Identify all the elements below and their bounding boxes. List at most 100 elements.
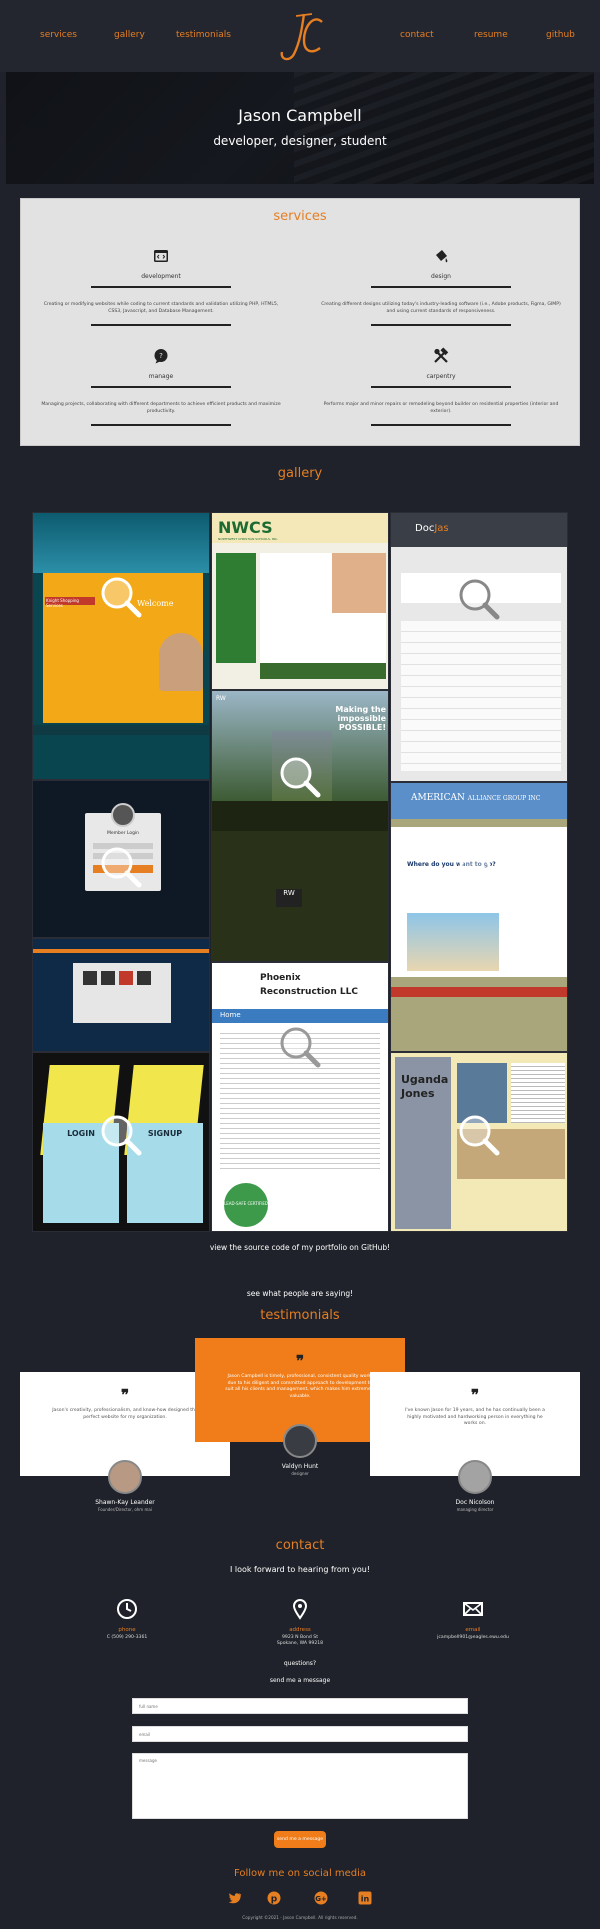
service-carpentry: carpentry Performs major and minor repai… [321,347,561,426]
gallery-tile-docjas[interactable]: DocJas [390,512,568,782]
browser-code-icon [154,250,168,262]
hero-banner: Jason Campbell developer, designer, stud… [6,72,594,184]
contact-address: address 9923 N Bond St Spokane, WA 99218 [245,1598,355,1647]
submit-button[interactable]: send me a message [274,1831,326,1848]
gallery-tile-admin-dashboard[interactable] [32,938,210,1052]
tile-brand-text: Phoenix [260,973,301,983]
pinterest-icon[interactable]: p [267,1891,281,1905]
contact-email: email jcampbell901@eagles.ewu.edu [418,1598,528,1641]
hammer-wrench-icon [434,347,449,363]
service-description: Managing projects, collaborating with di… [41,402,281,414]
magnifier-icon [459,851,500,892]
contact-label: phone [118,1627,136,1633]
gallery-tile-phoenix[interactable]: Phoenix Reconstruction LLC Home LEAD-SAF… [211,962,389,1232]
tile-brand-text: Doc [415,523,435,534]
divider [371,424,511,426]
gallery-tile-uganda-jones[interactable]: Uganda Jones [390,1052,568,1232]
lead-safe-badge: LEAD-SAFE CERTIFIED [224,1183,268,1227]
nav-gallery-link[interactable]: gallery [114,30,145,40]
clock-phone-icon [117,1599,137,1619]
divider [91,386,231,388]
message-textarea[interactable] [132,1753,468,1819]
social-heading: Follow me on social media [233,1868,367,1879]
service-name: design [431,273,451,280]
magnifier-icon [280,575,321,616]
divider [91,424,231,426]
hero-name: Jason Campbell [238,106,362,125]
map-pin-icon [292,1599,308,1620]
avatar [283,1424,317,1458]
hero-tagline: developer, designer, student [213,134,387,148]
linkedin-icon[interactable]: in [358,1891,372,1905]
svg-text:in: in [361,1895,370,1904]
gallery-tile-rw-construction[interactable]: RW Making the impossible POSSIBLE! RW [211,690,389,962]
avatar [108,1460,142,1494]
nav-resume-link[interactable]: resume [474,30,508,40]
nav-testimonials-link[interactable]: testimonials [176,30,231,40]
services-section: services development Creating or modifyi… [20,198,580,446]
paint-bucket-icon [436,250,448,263]
contact-value: Spokane, WA 99218 [276,1641,324,1646]
testimonial-role: managing director [456,1507,494,1512]
magnifier-icon [280,757,321,798]
gallery-tile-member-login[interactable]: Member Login [32,780,210,938]
services-title: services [273,209,327,224]
divider [371,286,511,288]
contact-phone: phone C (509) 290-3361 [72,1598,182,1641]
contact-value[interactable]: C (509) 290-3361 [72,1635,182,1641]
questions-heading: questions? [283,1660,317,1667]
nav-services-link[interactable]: services [40,30,77,40]
contact-title: contact [275,1538,325,1553]
tile-rw-logo: RW [276,889,302,907]
tile-brand-text: AMERICAN [411,793,465,803]
magnifier-icon [280,1027,321,1068]
email-input[interactable] [132,1726,468,1742]
service-name: development [141,273,181,280]
testimonial-role: Founder/Director, ohm mai [98,1507,152,1512]
tile-brand-subtitle: ALLIANCE GROUP INC [467,795,541,802]
tile-name-text: Uganda [401,1073,449,1086]
avatar [458,1460,492,1494]
divider [91,286,231,288]
service-manage: ? manage Managing projects, collaboratin… [41,347,281,426]
contact-label: email [465,1627,481,1633]
tile-rw-text: RW [216,695,226,702]
tile-login-text: Member Login [106,831,140,836]
testimonials-intro: see what people are saying! [246,1289,354,1298]
gallery-tile-knight-shopping[interactable]: Knight Shopping Services Welcome [32,512,210,780]
name-input[interactable] [132,1698,468,1714]
github-source-link[interactable]: view the source code of my portfolio on … [0,1243,600,1252]
nav-github-link[interactable]: github [546,30,575,40]
tile-slogan-text: Making the impossible POSSIBLE! [335,705,386,732]
tile-name-text: Jones [401,1087,435,1100]
page: { "nav": {"services":"services","gallery… [0,0,600,1929]
nav-contact-link[interactable]: contact [400,30,434,40]
gallery-tile-nwcs[interactable]: NWCS NORTHWEST CHRISTIAN SCHOOLS, INC. [211,512,389,690]
testimonial-text: I've known Jason for 19 years, and he ha… [405,1408,545,1426]
google-plus-icon[interactable]: G+ [314,1891,328,1905]
speech-bubble-icon: ? [154,349,168,364]
svg-text:p: p [271,1895,278,1905]
tile-home-bar: Home [212,1009,388,1023]
testimonial-role: designer [291,1471,309,1476]
gallery-tile-american-alliance[interactable]: AMERICAN ALLIANCE GROUP INC Where do you… [390,782,568,1052]
gallery-title: gallery [277,466,323,481]
service-description: Creating different designs utilizing tod… [321,302,561,314]
tile-brand-text: NWCS [218,518,273,537]
testimonial-name: Valdyn Hunt [281,1463,319,1470]
tile-brand-accent: Jas [434,523,449,534]
service-name: manage [148,373,174,380]
twitter-icon[interactable] [228,1891,242,1905]
send-message-heading: send me a message [269,1677,331,1684]
tile-brand-subtitle: Reconstruction LLC [260,987,358,997]
divider [91,324,231,326]
envelope-icon [463,1602,483,1616]
magnifier-icon [101,847,142,888]
jc-logo[interactable] [274,8,326,64]
magnifier-icon [459,579,500,620]
contact-value[interactable]: jcampbell901@eagles.ewu.edu [418,1635,528,1641]
service-development: development Creating or modifying websit… [41,247,281,326]
gallery-tile-adidas-login[interactable]: LOGIN SIGNUP [32,1052,210,1232]
magnifier-icon [101,1115,142,1156]
magnifier-icon [459,1115,500,1156]
